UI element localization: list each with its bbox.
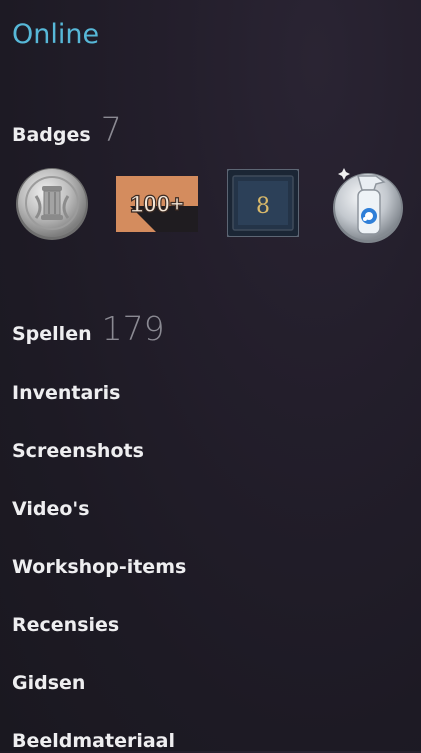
games-header[interactable]: Spellen 179 <box>12 309 165 348</box>
100-plus-badge-icon[interactable]: 100+ <box>116 176 198 232</box>
link-screenshots[interactable]: Screenshots <box>12 439 144 463</box>
link-guides[interactable]: Gidsen <box>12 671 85 695</box>
games-label[interactable]: Spellen <box>12 323 92 345</box>
link-inventory[interactable]: Inventaris <box>12 381 121 405</box>
link-videos[interactable]: Video's <box>12 497 90 521</box>
badges-count[interactable]: 7 <box>101 110 122 149</box>
online-status: Online <box>12 19 100 50</box>
link-workshop-items[interactable]: Workshop-items <box>12 555 186 579</box>
level-8-badge-icon[interactable]: 8 <box>227 169 299 237</box>
link-reviews[interactable]: Recensies <box>12 613 119 637</box>
badge-list: 100+ 8 <box>12 162 408 246</box>
svg-text:8: 8 <box>256 194 270 219</box>
cleaning-spray-bottle-badge-icon[interactable] <box>328 162 408 244</box>
silver-pillar-coin-badge-icon[interactable] <box>14 166 90 242</box>
games-count[interactable]: 179 <box>102 309 165 348</box>
badges-header[interactable]: Badges 7 <box>12 110 122 149</box>
link-artwork[interactable]: Beeldmateriaal <box>12 729 175 753</box>
badges-label[interactable]: Badges <box>12 124 91 146</box>
svg-text:100+: 100+ <box>130 191 184 218</box>
